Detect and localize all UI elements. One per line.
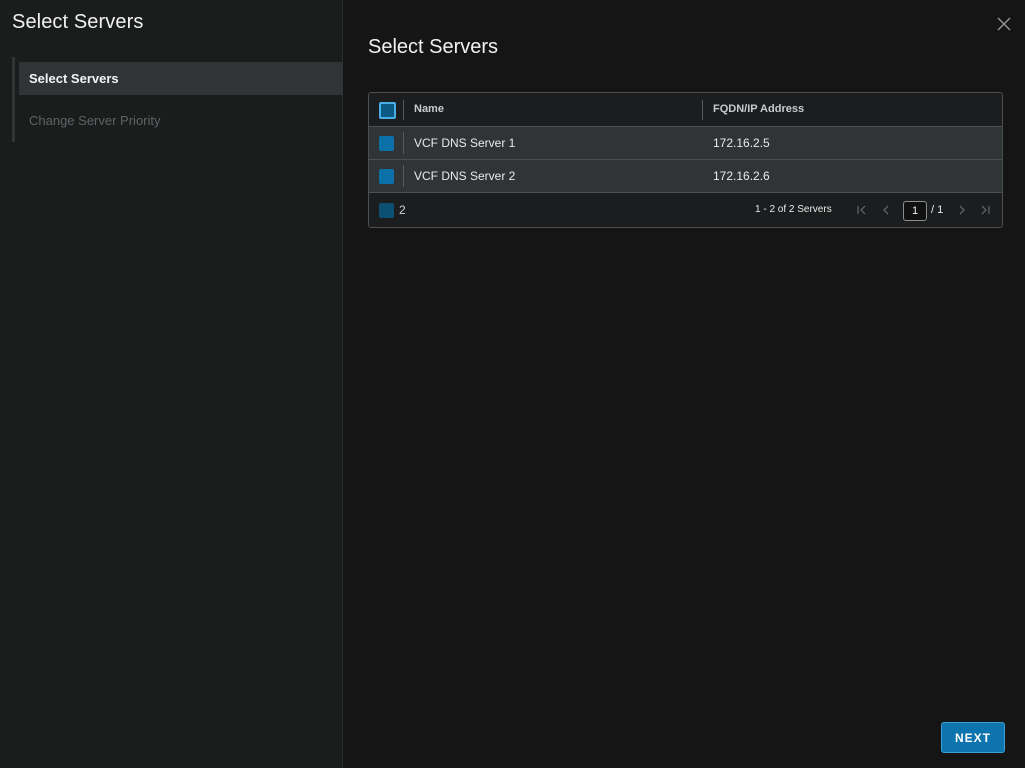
wizard-title: Select Servers: [12, 11, 144, 33]
column-header-name[interactable]: Name: [414, 103, 444, 115]
row-checkbox[interactable]: [379, 169, 394, 184]
step-select-servers[interactable]: Select Servers: [19, 62, 343, 95]
pagination-summary: 1 - 2 of 2 Servers: [755, 204, 832, 215]
grid-header: Name FQDN/IP Address: [369, 93, 1002, 127]
table-row[interactable]: VCF DNS Server 1 172.16.2.5: [369, 127, 1002, 160]
close-icon[interactable]: [995, 15, 1013, 33]
column-separator: [403, 132, 404, 154]
column-resize-handle[interactable]: [702, 100, 703, 120]
column-header-fqdn[interactable]: FQDN/IP Address: [713, 103, 804, 115]
page-prev-icon[interactable]: [879, 203, 893, 217]
wizard-sidebar: Select Servers Select Servers Change Ser…: [0, 0, 343, 768]
page-last-icon[interactable]: [978, 203, 992, 217]
selection-count-checkbox: [379, 203, 394, 218]
page-title: Select Servers: [368, 36, 499, 58]
row-checkbox[interactable]: [379, 136, 394, 151]
column-separator: [403, 165, 404, 187]
page-number-input[interactable]: [903, 201, 927, 221]
cell-name: VCF DNS Server 2: [414, 169, 516, 183]
page-next-icon[interactable]: [955, 203, 969, 217]
cell-ip: 172.16.2.6: [713, 169, 770, 183]
next-button[interactable]: NEXT: [941, 722, 1005, 753]
select-all-checkbox[interactable]: [379, 102, 396, 119]
cell-name: VCF DNS Server 1: [414, 136, 516, 150]
wizard-steps: Select Servers Change Server Priority: [12, 57, 343, 142]
table-row[interactable]: VCF DNS Server 2 172.16.2.6: [369, 160, 1002, 193]
page-total: / 1: [931, 204, 944, 216]
selected-count: 2: [399, 203, 406, 217]
step-change-server-priority: Change Server Priority: [29, 113, 161, 128]
page-first-icon[interactable]: [855, 203, 869, 217]
servers-datagrid: Name FQDN/IP Address VCF DNS Server 1 17…: [368, 92, 1003, 228]
column-separator: [403, 100, 404, 120]
cell-ip: 172.16.2.5: [713, 136, 770, 150]
grid-footer: 2 1 - 2 of 2 Servers / 1: [369, 193, 1002, 227]
